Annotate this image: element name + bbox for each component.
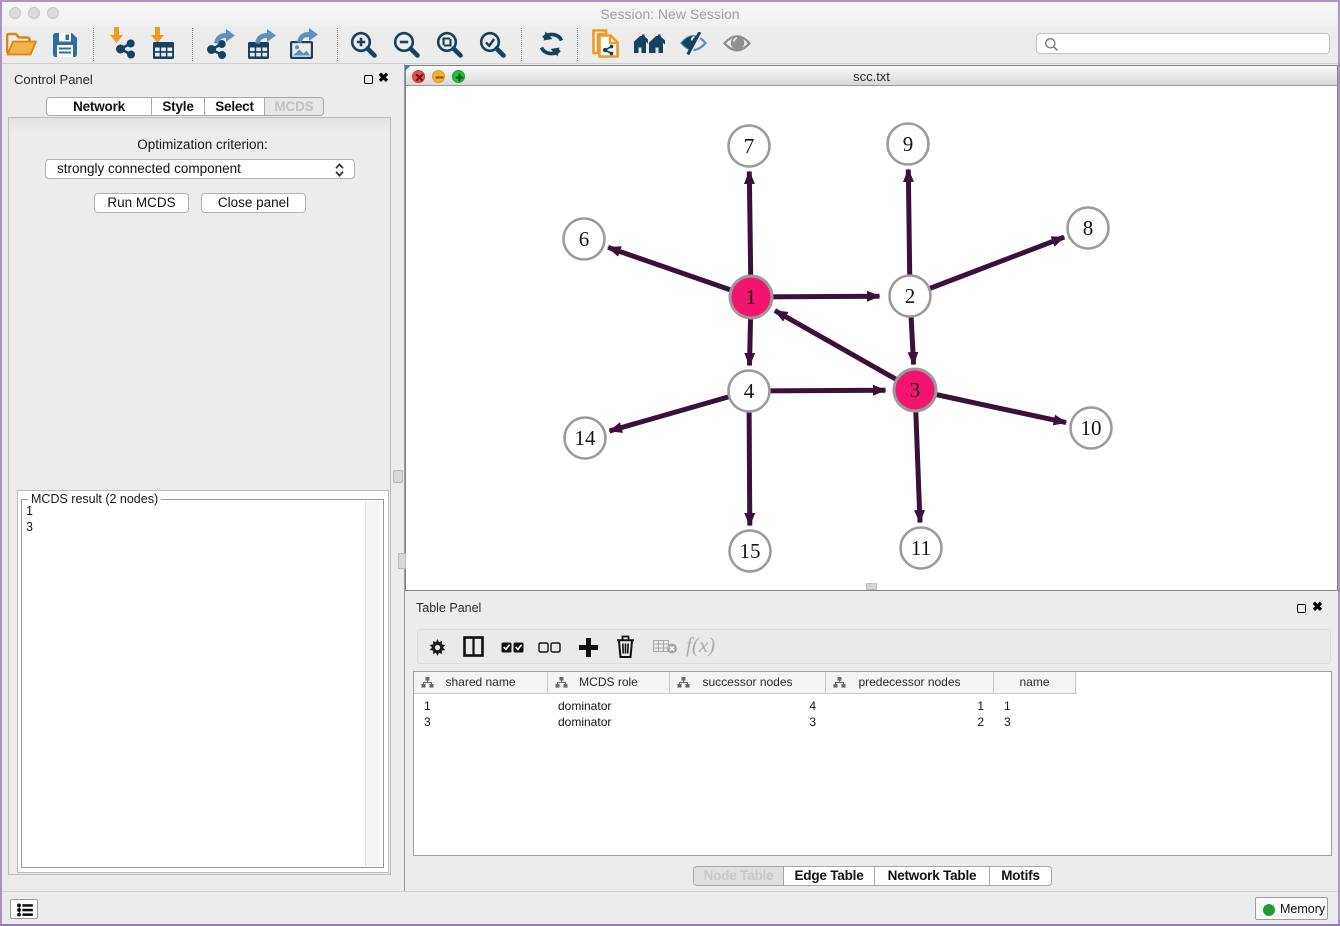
svg-text:3: 3 xyxy=(910,378,921,402)
svg-text:11: 11 xyxy=(911,536,931,560)
svg-text:4: 4 xyxy=(744,379,755,403)
svg-text:10: 10 xyxy=(1081,416,1102,440)
svg-text:2: 2 xyxy=(905,284,916,308)
svg-text:7: 7 xyxy=(744,134,755,158)
svg-text:15: 15 xyxy=(740,539,761,563)
svg-text:6: 6 xyxy=(579,227,590,251)
svg-text:1: 1 xyxy=(746,285,757,309)
svg-text:14: 14 xyxy=(575,426,597,450)
svg-text:8: 8 xyxy=(1083,216,1094,240)
svg-text:9: 9 xyxy=(903,132,914,156)
